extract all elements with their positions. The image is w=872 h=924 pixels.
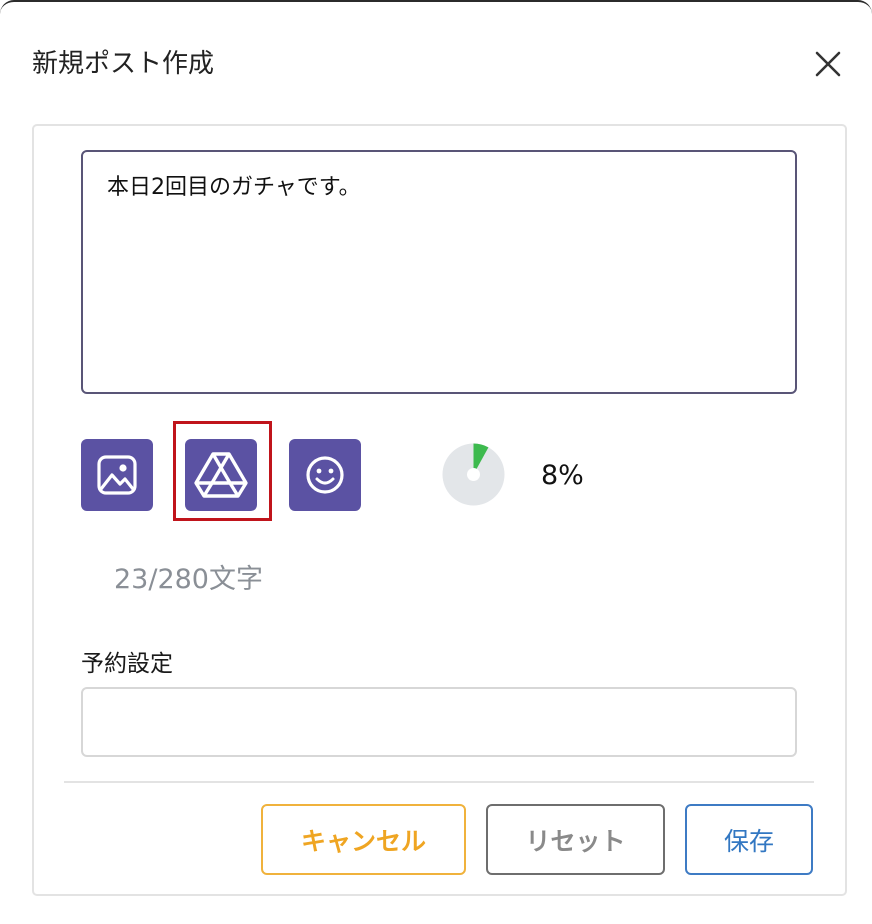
post-text-input[interactable]: 本日2回目のガチャです。 — [81, 150, 797, 394]
highlight-frame — [173, 421, 272, 521]
image-icon — [97, 455, 137, 495]
progress-ring — [442, 443, 505, 506]
schedule-input[interactable] — [81, 687, 797, 757]
schedule-label: 予約設定 — [81, 651, 173, 677]
emoji-button[interactable] — [289, 439, 361, 511]
save-button[interactable]: 保存 — [685, 804, 813, 875]
dialog-title: 新規ポスト作成 — [32, 49, 215, 79]
new-post-dialog: 新規ポスト作成 本日2回目のガチャです。 8% 23/280文字 予約設定 キャ… — [0, 0, 872, 924]
cancel-button[interactable]: キャンセル — [261, 804, 466, 875]
divider — [64, 781, 814, 783]
reset-button[interactable]: リセット — [486, 804, 665, 875]
progress-percent: 8% — [541, 460, 584, 491]
add-image-button[interactable] — [81, 439, 153, 511]
character-count: 23/280文字 — [114, 564, 263, 595]
close-icon — [815, 51, 841, 77]
close-button[interactable] — [812, 48, 844, 80]
emoji-icon — [306, 456, 344, 494]
